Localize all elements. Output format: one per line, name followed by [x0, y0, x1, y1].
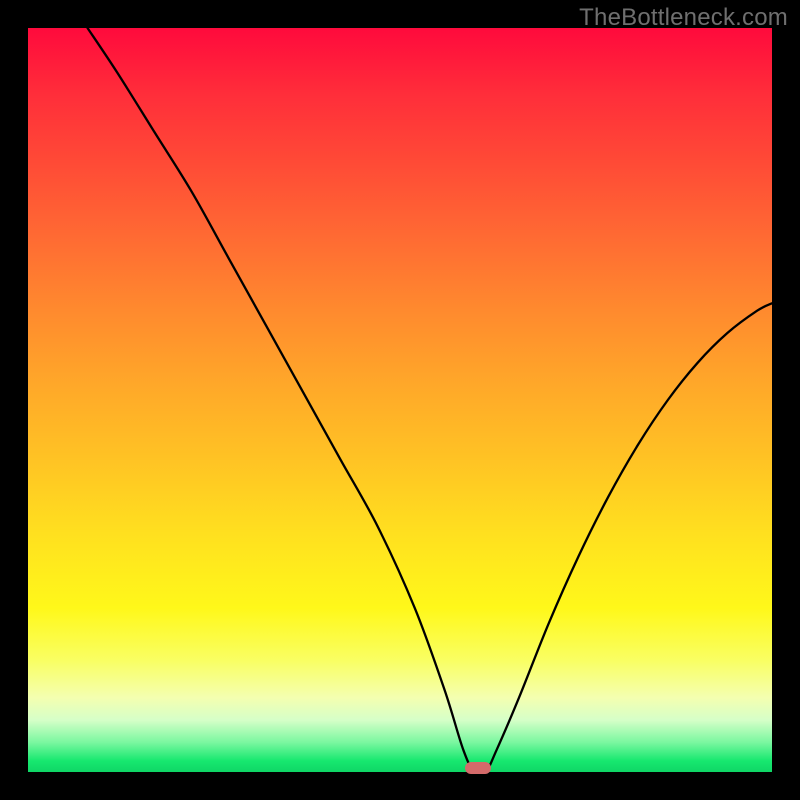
optimal-point-marker [465, 762, 491, 774]
bottleneck-curve [28, 28, 772, 772]
chart-frame: TheBottleneck.com [0, 0, 800, 800]
plot-area [28, 28, 772, 772]
watermark-label: TheBottleneck.com [579, 4, 788, 32]
